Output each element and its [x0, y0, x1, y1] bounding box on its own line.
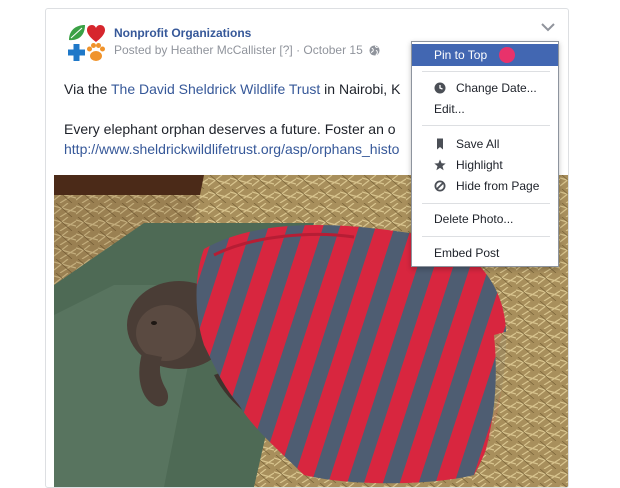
menu-separator [422, 125, 550, 126]
trust-link[interactable]: The David Sheldrick Wildlife Trust [111, 81, 320, 97]
hide-circle-icon [434, 180, 446, 192]
page-avatar-logo[interactable] [66, 23, 106, 63]
bookmark-icon [437, 138, 443, 150]
menu-item-change-date[interactable]: Change Date... [412, 77, 558, 99]
post-foster-text: Every elephant orphan deserves a future.… [64, 121, 396, 137]
menu-separator [422, 71, 550, 72]
menu-item-highlight[interactable]: Highlight [412, 154, 558, 176]
page-name-link[interactable]: Nonprofit Organizations [114, 26, 251, 40]
highlight-label: Highlight [456, 158, 503, 172]
delete-photo-label: Delete Photo... [434, 212, 514, 226]
cursor-highlight-dot [499, 47, 515, 63]
menu-separator [422, 236, 550, 237]
change-date-label: Change Date... [456, 81, 537, 95]
globe-icon[interactable] [369, 45, 380, 56]
menu-item-save-all[interactable]: Save All [412, 133, 558, 155]
menu-item-embed-post[interactable]: Embed Post [412, 242, 558, 264]
chevron-down-icon[interactable] [541, 22, 555, 32]
menu-separator [422, 203, 550, 204]
menu-item-pin-to-top[interactable]: Pin to Top [412, 44, 558, 66]
post-meta: Posted by Heather McCallister [?] · Octo… [114, 43, 380, 57]
menu-item-edit[interactable]: Edit... [412, 98, 558, 120]
star-icon [434, 159, 446, 171]
menu-item-delete-photo[interactable]: Delete Photo... [412, 208, 558, 230]
edit-label: Edit... [434, 102, 465, 116]
posted-by-text: Posted by Heather McCallister [?] · Octo… [114, 43, 363, 57]
clock-icon [434, 82, 446, 94]
post-text-prefix: Via the [64, 81, 111, 97]
post-text-suffix: in Nairobi, K [320, 81, 401, 97]
pin-to-top-label: Pin to Top [434, 48, 488, 62]
hide-from-page-label: Hide from Page [456, 179, 540, 193]
save-all-label: Save All [456, 137, 500, 151]
orphans-url-link[interactable]: http://www.sheldrickwildlifetrust.org/as… [64, 141, 399, 157]
embed-post-label: Embed Post [434, 246, 500, 260]
post-options-menu: Pin to Top Change Date... Edit... Save A… [411, 41, 559, 267]
menu-item-hide-from-page[interactable]: Hide from Page [412, 175, 558, 197]
